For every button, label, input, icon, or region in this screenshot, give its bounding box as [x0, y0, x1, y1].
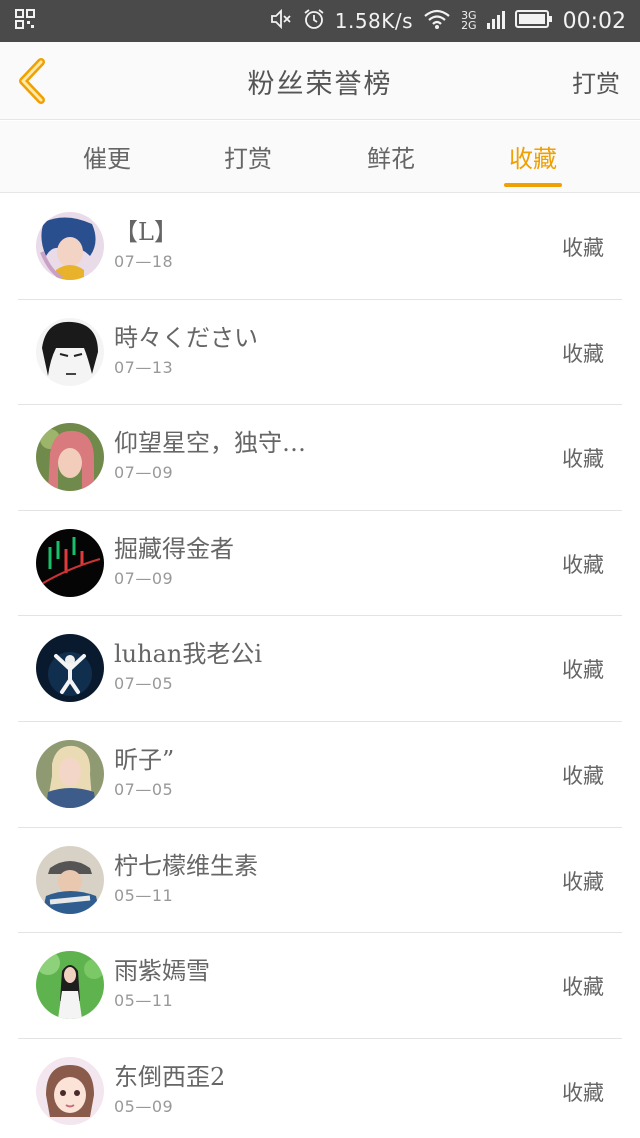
- network-type: 3G 2G: [461, 10, 477, 32]
- favorite-label: 收藏: [562, 658, 604, 683]
- list-item[interactable]: luhan我老公i 07—05 收藏: [18, 616, 622, 722]
- list-item[interactable]: 雨紫嫣雪 05—11 收藏: [18, 933, 622, 1039]
- list-item[interactable]: 【L】 07—18 收藏: [18, 194, 622, 300]
- tip-button[interactable]: 打赏: [572, 64, 620, 99]
- mute-icon: [269, 8, 293, 34]
- active-tab-indicator: [504, 183, 562, 187]
- favorite-label: 收藏: [562, 552, 604, 577]
- wifi-icon: [423, 8, 451, 34]
- favorite-label: 收藏: [562, 975, 604, 1000]
- avatar-blonde-girl: [36, 739, 104, 808]
- favorite-label: 收藏: [562, 341, 604, 366]
- fan-date: 05—09: [114, 1096, 174, 1116]
- fan-date: 07—09: [114, 568, 174, 588]
- fan-name: 掘藏得金者: [114, 534, 234, 563]
- list-item[interactable]: 柠七檬维生素 05—11 收藏: [18, 828, 622, 934]
- favorite-label: 收藏: [562, 763, 604, 788]
- avatar-girl-green: [36, 951, 104, 1020]
- qr-scan-icon: [14, 8, 36, 34]
- status-bar: 1.58K/s 3G 2G 00:02: [0, 0, 640, 42]
- header: 粉丝荣誉榜 打赏: [0, 42, 640, 120]
- fan-name: 時々ください: [114, 323, 258, 352]
- fan-name: 雨紫嫣雪: [114, 957, 210, 986]
- list-item[interactable]: 昕子” 07—05 收藏: [18, 722, 622, 828]
- tab-urge[interactable]: 催更: [57, 139, 157, 174]
- fan-date: 05—11: [114, 885, 174, 905]
- avatar-girl-pink-hair: [36, 423, 104, 492]
- favorite-label: 收藏: [562, 1080, 604, 1105]
- favorite-label: 收藏: [562, 236, 604, 260]
- fan-name: 【L】: [114, 218, 178, 246]
- battery-icon: [514, 9, 553, 33]
- clock: 00:02: [562, 8, 626, 34]
- avatar-sketch-face: [36, 317, 104, 386]
- fan-date: 07—09: [114, 463, 174, 483]
- favorite-label: 收藏: [562, 869, 604, 894]
- fan-name: 昕子”: [114, 745, 175, 774]
- favorite-label: 收藏: [562, 447, 604, 472]
- network-type-bottom: 2G: [461, 19, 477, 32]
- tab-flowers[interactable]: 鲜花: [341, 139, 441, 174]
- fan-date: 07—18: [114, 252, 174, 271]
- list-item[interactable]: 仰望星空，独守… 07—09 收藏: [18, 405, 622, 511]
- list-item[interactable]: 時々ください 07—13 收藏: [18, 300, 622, 406]
- fan-name: luhan我老公i: [114, 640, 263, 669]
- network-speed: 1.58K/s: [334, 9, 414, 33]
- avatar-boy-cap: [36, 845, 104, 914]
- alarm-icon: [303, 8, 325, 34]
- fan-date: 05—11: [114, 991, 174, 1011]
- tab-tip[interactable]: 打赏: [198, 139, 298, 174]
- fan-name: 仰望星空，独守…: [114, 429, 306, 458]
- tab-bar: 催更 打赏 鲜花 收藏: [0, 121, 640, 193]
- fan-list: 【L】 07—18 收藏 時々ください 07—13 收藏 仰望星空，独守… 07…: [0, 194, 640, 1138]
- fan-name: 东倒西歪2: [114, 1062, 226, 1091]
- tab-favorites[interactable]: 收藏: [483, 139, 583, 174]
- avatar-anime-blue-hair: [36, 212, 104, 280]
- fan-date: 07—13: [114, 357, 174, 377]
- fan-date: 07—05: [114, 779, 174, 799]
- list-item[interactable]: 东倒西歪2 05—09 收藏: [18, 1039, 622, 1138]
- signal-icon: [486, 9, 505, 33]
- avatar-stage-performer: [36, 634, 104, 703]
- avatar-anime-girl-sketch: [36, 1056, 104, 1125]
- page-title: 粉丝荣誉榜: [247, 69, 393, 100]
- fan-date: 07—05: [114, 674, 174, 694]
- avatar-stock-chart: [36, 528, 104, 597]
- list-item[interactable]: 掘藏得金者 07—09 收藏: [18, 511, 622, 617]
- fan-name: 柠七檬维生素: [114, 851, 258, 880]
